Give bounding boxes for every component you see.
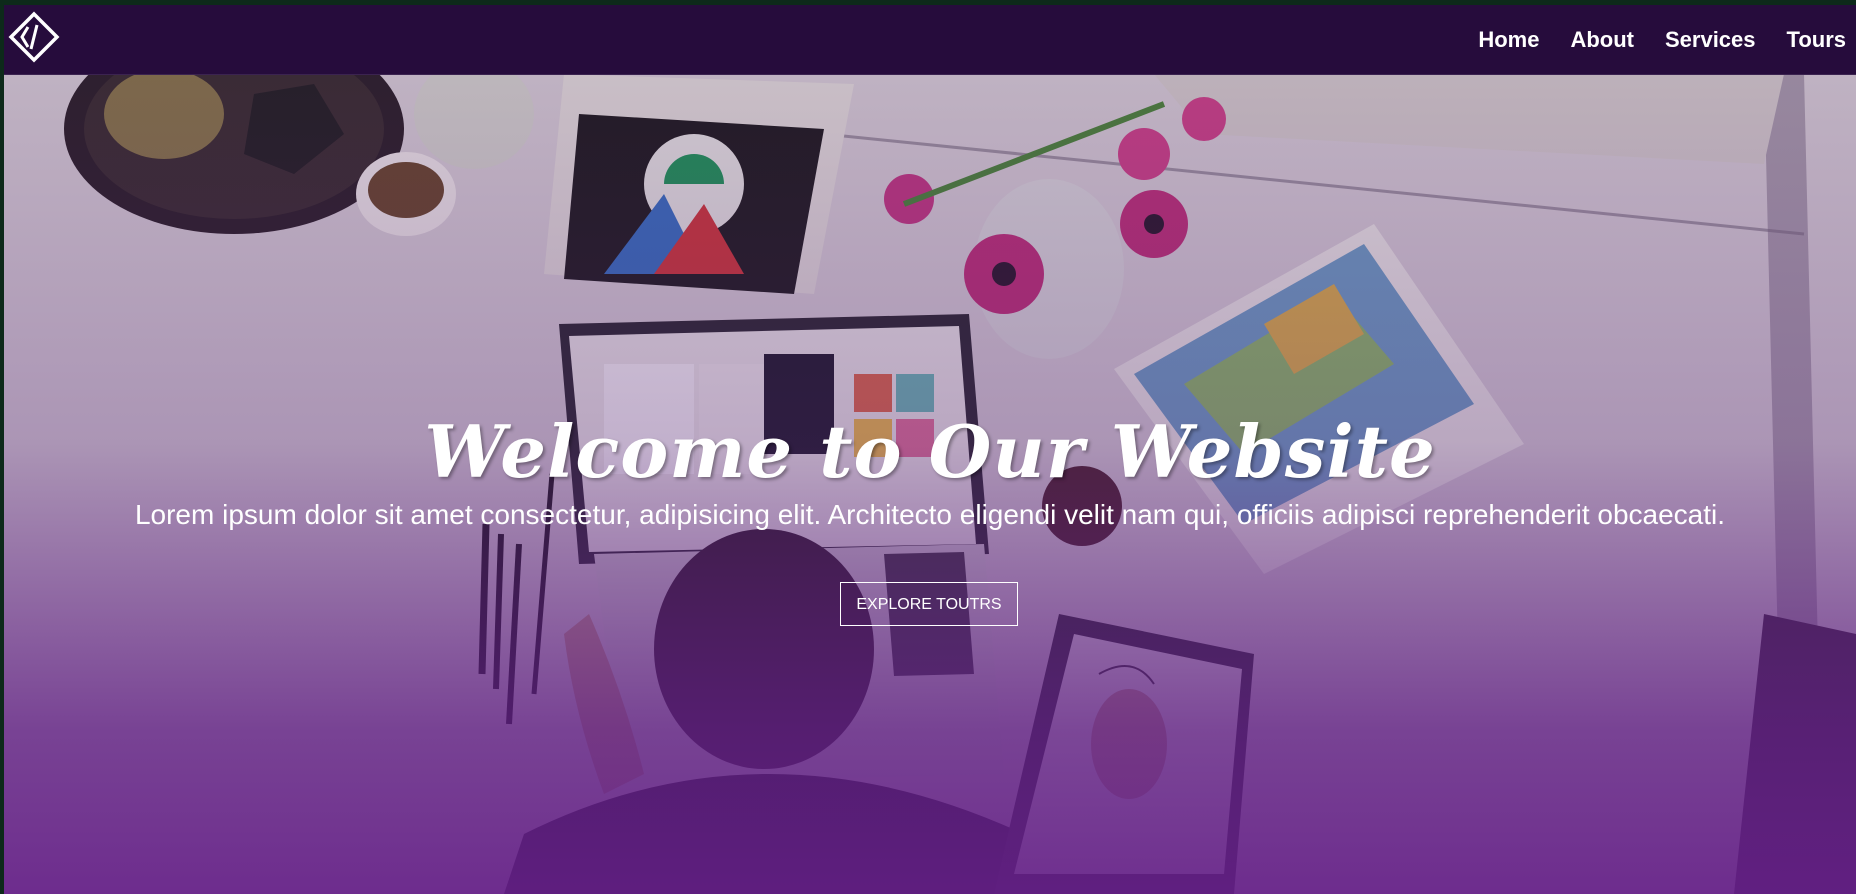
nav-link-home[interactable]: Home: [1478, 27, 1539, 53]
site-logo[interactable]: [8, 11, 60, 63]
nav-link-services[interactable]: Services: [1665, 27, 1756, 53]
nav-links: Home About Services Tours: [1478, 5, 1846, 74]
hero-subtitle: Lorem ipsum dolor sit amet consectetur, …: [134, 499, 1726, 530]
hero-title: Welcome to Our Website: [424, 409, 1436, 494]
code-brackets-diamond-icon: [8, 11, 60, 63]
hero-content: Welcome to Our Website Lorem ipsum dolor…: [4, 74, 1856, 894]
navbar: Home About Services Tours: [4, 5, 1856, 75]
page-frame: Home About Services Tours Welcome to Our…: [4, 5, 1856, 894]
nav-link-about[interactable]: About: [1570, 27, 1634, 53]
hero-section: Welcome to Our Website Lorem ipsum dolor…: [4, 74, 1856, 894]
nav-link-tours[interactable]: Tours: [1787, 27, 1846, 53]
explore-tours-button[interactable]: EXPLORE TOUTRS: [840, 582, 1018, 626]
